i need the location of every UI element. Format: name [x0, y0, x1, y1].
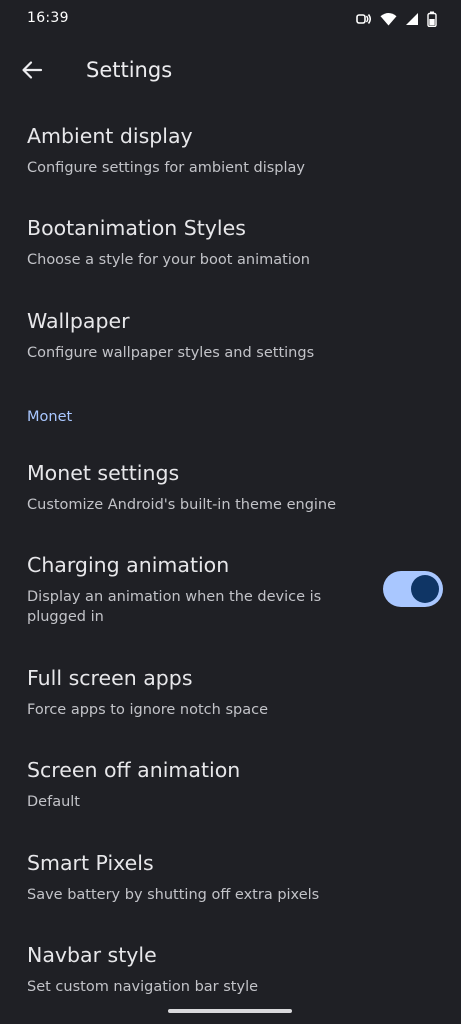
gesture-navigation-handle[interactable]: [168, 1009, 292, 1013]
pref-summary: Save battery by shutting off extra pixel…: [27, 887, 320, 903]
status-icons: [356, 10, 437, 28]
pref-summary: Display an animation when the device is …: [27, 589, 322, 625]
battery-icon: [427, 11, 437, 27]
pref-title: Navbar style: [27, 943, 157, 967]
section-header-monet: Monet: [27, 409, 73, 425]
pref-title: Monet settings: [27, 461, 180, 485]
pref-smart-pixels[interactable]: Smart Pixels Save battery by shutting of…: [0, 851, 461, 931]
pref-summary: Customize Android's built-in theme engin…: [27, 497, 337, 513]
pref-title: Ambient display: [27, 124, 193, 148]
arrow-back-icon: [21, 59, 43, 85]
pref-monet-settings[interactable]: Monet settings Customize Android's built…: [0, 461, 461, 541]
pref-title: Full screen apps: [27, 666, 193, 690]
pref-summary: Choose a style for your boot animation: [27, 252, 310, 268]
pref-full-screen-apps[interactable]: Full screen apps Force apps to ignore no…: [0, 666, 461, 746]
pref-summary: Default: [27, 794, 80, 810]
pref-summary: Configure wallpaper styles and settings: [27, 345, 315, 361]
toolbar: Settings: [0, 44, 461, 100]
pref-summary: Set custom navigation bar style: [27, 979, 259, 995]
wifi-icon: [380, 12, 397, 26]
pref-title: Smart Pixels: [27, 851, 154, 875]
pref-title: Bootanimation Styles: [27, 216, 246, 240]
pref-screen-off-animation[interactable]: Screen off animation Default: [0, 758, 461, 838]
pref-title: Wallpaper: [27, 309, 130, 333]
pref-navbar-style[interactable]: Navbar style Set custom navigation bar s…: [0, 943, 461, 1003]
pref-title: Charging animation: [27, 553, 230, 577]
page-title: Settings: [86, 58, 173, 82]
charging-animation-switch[interactable]: [383, 571, 443, 607]
switch-thumb: [411, 575, 439, 603]
status-time: 16:39: [27, 10, 69, 26]
pref-summary: Configure settings for ambient display: [27, 160, 305, 176]
pref-wallpaper[interactable]: Wallpaper Configure wallpaper styles and…: [0, 309, 461, 389]
signal-icon: [405, 12, 419, 26]
pref-summary: Force apps to ignore notch space: [27, 702, 268, 718]
back-button[interactable]: [12, 52, 52, 92]
pref-title: Screen off animation: [27, 758, 241, 782]
pref-ambient-display[interactable]: Ambient display Configure settings for a…: [0, 124, 461, 204]
pref-bootanimation-styles[interactable]: Bootanimation Styles Choose a style for …: [0, 216, 461, 296]
status-bar: 16:39: [0, 0, 461, 38]
nfc-icon: [356, 12, 372, 26]
